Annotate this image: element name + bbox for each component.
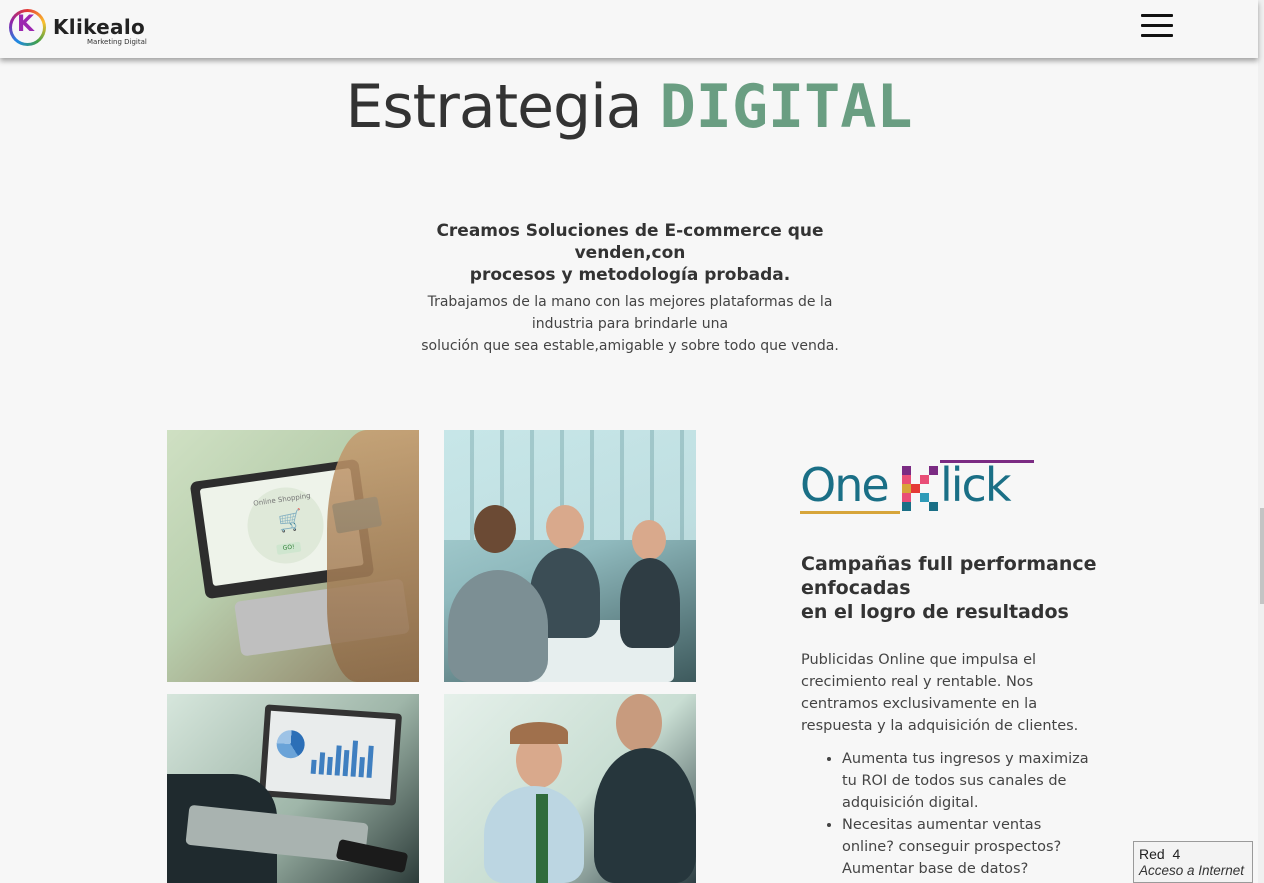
photo-analytics-laptop	[167, 694, 419, 883]
oneklick-one-text: One	[800, 458, 890, 512]
go-button-label: GO!	[276, 541, 302, 555]
oneklick-k-icon	[902, 466, 942, 512]
brand-name: Klikealo	[53, 15, 146, 39]
brand-tagline: Marketing Digital	[87, 38, 147, 46]
photo-online-shopping: Online Shopping 🛒 GO!	[167, 430, 419, 682]
klikealo-logo[interactable]: K Klikealo Marketing Digital	[9, 9, 149, 51]
campaign-title-line: Campañas full performance	[801, 553, 1097, 575]
shop-circle: Online Shopping 🛒 GO!	[242, 482, 329, 569]
online-shopping-label: Online Shopping	[252, 491, 312, 508]
intro-body: Trabajamos de la mano con las mejores pl…	[395, 291, 865, 357]
person-hair	[510, 722, 568, 744]
person-head	[632, 520, 666, 560]
network-name: Red 4	[1139, 846, 1181, 862]
scrollbar-thumb[interactable]	[1260, 508, 1264, 604]
cart-icon: 🛒	[276, 507, 305, 535]
intro-line: industria para brindarle una	[531, 316, 729, 332]
page-title: Estrategia DIGITAL	[0, 72, 1258, 142]
campaign-description: Publicidas Online que impulsa el crecimi…	[801, 652, 1079, 734]
person-head	[474, 505, 516, 553]
intro-subheading: Creamos Soluciones de E-commerce que ven…	[380, 220, 880, 286]
person-suit	[594, 748, 696, 883]
list-item: Necesitas aumentar ventas online? conseg…	[842, 814, 1091, 880]
intro-line: solución que sea estable,amigable y sobr…	[421, 338, 839, 354]
subheading-line: Creamos Soluciones de E-commerce que ven…	[436, 221, 824, 263]
subheading-line: procesos y metodología probada.	[469, 265, 791, 285]
oneklick-lick-text: lick	[940, 458, 1011, 512]
bar-chart-icon	[310, 730, 384, 779]
photo-business-meeting	[444, 430, 696, 682]
campaign-benefits-list: Aumenta tus ingresos y maximiza tu ROI d…	[801, 748, 1091, 880]
person-hair	[327, 430, 419, 682]
person-shirt	[484, 786, 584, 883]
analytics-screen	[258, 704, 403, 806]
pie-chart-icon	[275, 729, 306, 760]
hamburger-menu-icon[interactable]	[1141, 14, 1173, 38]
person-suit	[620, 558, 680, 648]
network-status-tooltip: Red 4 Acceso a Internet	[1133, 841, 1253, 883]
phone-icon	[335, 838, 409, 874]
person-tie	[536, 794, 548, 883]
person-head	[616, 694, 662, 752]
page-scrollbar[interactable]	[1258, 0, 1264, 883]
person-head	[546, 505, 584, 549]
title-accent: DIGITAL	[659, 72, 913, 142]
network-status: Acceso a Internet	[1139, 863, 1245, 878]
logo-overline	[940, 460, 1034, 463]
logo-underline	[800, 511, 900, 514]
top-navbar: K Klikealo Marketing Digital	[0, 0, 1258, 58]
logo-letter: K	[17, 12, 35, 37]
campaign-title-line: en el logro de resultados	[801, 601, 1069, 623]
person-jacket	[448, 570, 548, 682]
title-main: Estrategia	[345, 72, 642, 142]
intro-line: Trabajamos de la mano con las mejores pl…	[427, 294, 833, 310]
photo-handshake	[444, 694, 696, 883]
list-item: Aumenta tus ingresos y maximiza tu ROI d…	[842, 748, 1091, 814]
campaign-title: Campañas full performance enfocadas en e…	[801, 552, 1111, 624]
campaign-title-line: enfocadas	[801, 577, 911, 599]
oneklick-logo: One lick	[800, 458, 1040, 518]
